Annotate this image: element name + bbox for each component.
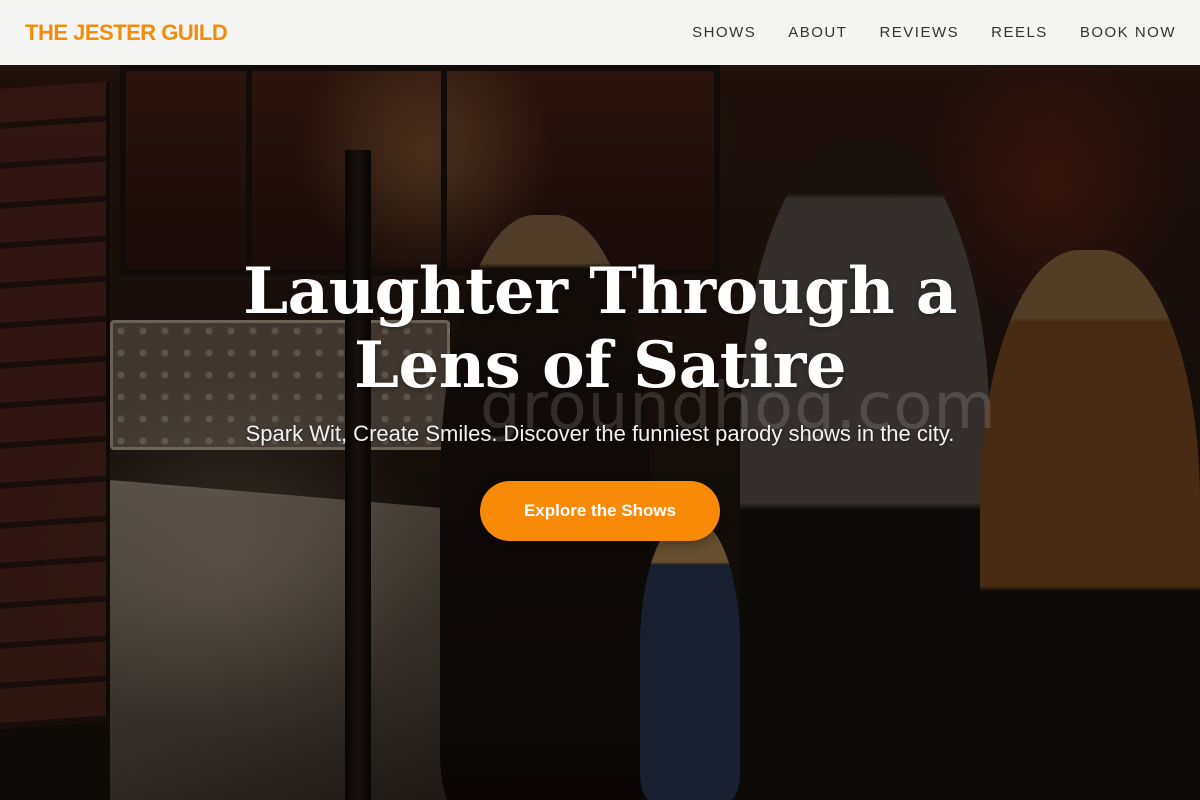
nav-link-book-now[interactable]: BOOK NOW bbox=[1080, 24, 1176, 41]
nav-link-reviews[interactable]: REVIEWS bbox=[879, 24, 959, 41]
nav-link-reels[interactable]: REELS bbox=[991, 24, 1048, 41]
hero-content: Laughter Through a Lens of Satire Spark … bbox=[0, 255, 1200, 541]
site-header: THE JESTER GUILD SHOWS ABOUT REVIEWS REE… bbox=[0, 0, 1200, 65]
hero-subtitle: Spark Wit, Create Smiles. Discover the f… bbox=[245, 421, 955, 446]
brand-logo[interactable]: THE JESTER GUILD bbox=[25, 20, 228, 46]
nav-link-about[interactable]: ABOUT bbox=[788, 24, 847, 41]
main-nav: SHOWS ABOUT REVIEWS REELS BOOK NOW bbox=[692, 24, 1176, 41]
hero-title: Laughter Through a Lens of Satire bbox=[243, 254, 957, 403]
nav-link-shows[interactable]: SHOWS bbox=[692, 24, 756, 41]
explore-shows-button[interactable]: Explore the Shows bbox=[480, 481, 720, 541]
